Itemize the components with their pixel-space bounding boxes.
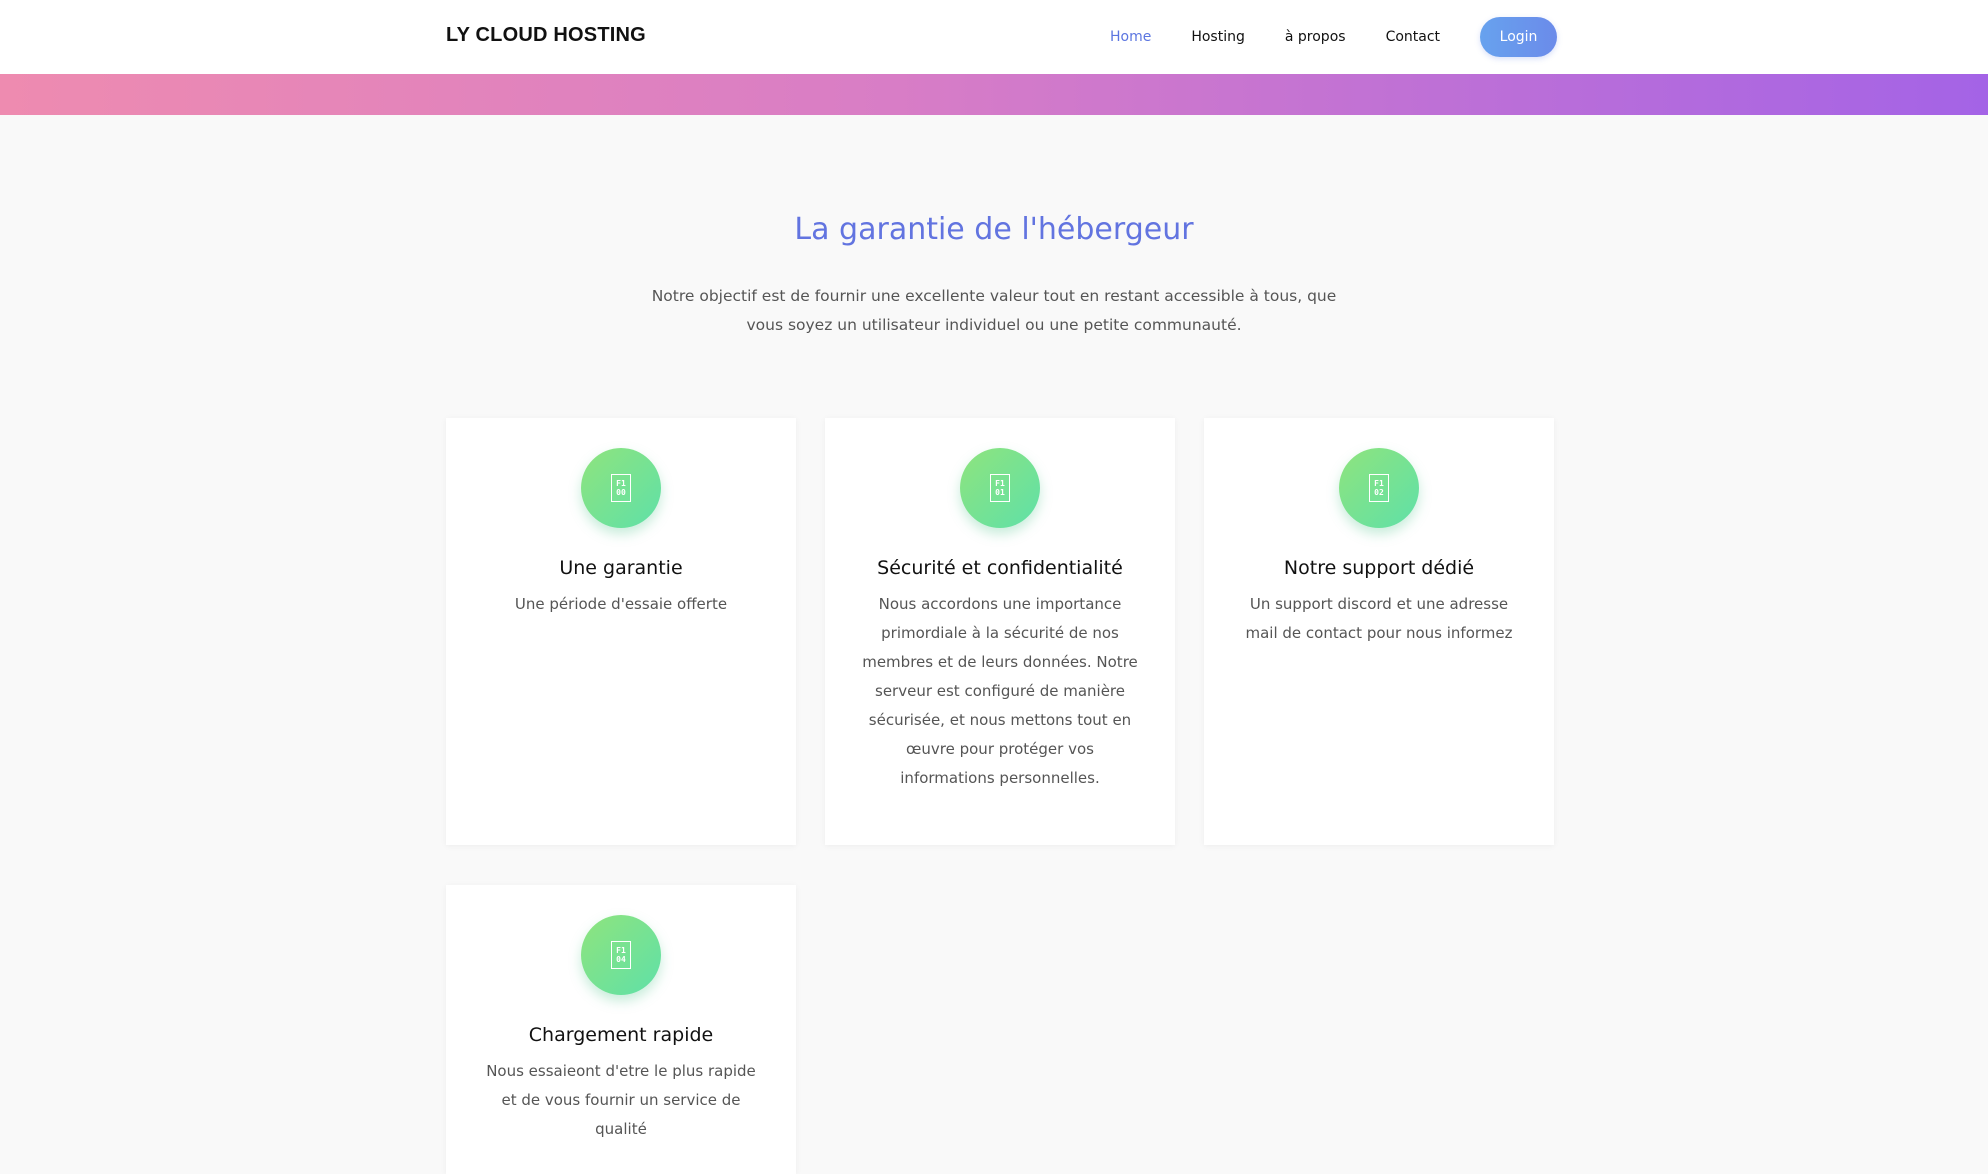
card-title: Une garantie (559, 557, 683, 579)
document-icon: F1 01 (990, 474, 1010, 502)
icon-code-bottom: 00 (616, 488, 626, 497)
icon-code-bottom: 04 (616, 955, 626, 964)
icon-code-bottom: 02 (1374, 488, 1384, 497)
feature-icon-circle: F1 02 (1339, 448, 1419, 528)
login-button[interactable]: Login (1480, 17, 1558, 57)
icon-code-top: F1 (616, 946, 626, 955)
nav-link-hosting[interactable]: Hosting (1191, 29, 1245, 45)
nav-link-home[interactable]: Home (1110, 29, 1151, 45)
hero-gradient-banner (0, 74, 1988, 115)
icon-code-bottom: 01 (995, 488, 1005, 497)
card-text: Nous accordons une importance primordial… (862, 595, 1138, 787)
icon-code-top: F1 (1374, 479, 1384, 488)
feature-card-guarantee: F1 00 Une garantie Une période d'essaie … (446, 418, 796, 845)
card-text: Un support discord et une adresse mail d… (1245, 595, 1513, 642)
document-icon: F1 02 (1369, 474, 1389, 502)
icon-code-top: F1 (616, 479, 626, 488)
nav-link-contact[interactable]: Contact (1386, 29, 1440, 45)
nav-link-about[interactable]: à propos (1285, 29, 1346, 45)
feature-card-support: F1 02 Notre support dédié Un support dis… (1204, 418, 1554, 845)
card-text: Une période d'essaie offerte (514, 595, 728, 613)
card-title: Notre support dédié (1283, 557, 1475, 579)
feature-icon-circle: F1 04 (581, 915, 661, 995)
icon-code-top: F1 (995, 479, 1005, 488)
card-text: Nous essaieont d'etre le plus rapide et … (486, 1062, 756, 1138)
feature-card-security: F1 01 Sécurité et confidentialité Nous a… (825, 418, 1175, 845)
document-icon: F1 00 (611, 474, 631, 502)
feature-icon-circle: F1 01 (960, 448, 1040, 528)
brand-logo-text[interactable]: LY CLOUD HOSTING (446, 24, 646, 47)
document-icon: F1 04 (611, 941, 631, 969)
section-title: La garantie de l'hébergeur (794, 212, 1194, 247)
section-subtitle: Notre objectif est de fournir une excell… (651, 287, 1337, 334)
card-title: Sécurité et confidentialité (877, 557, 1123, 579)
nav-links: Home Hosting à propos Contact Login (1110, 0, 1558, 74)
top-navbar: LY CLOUD HOSTING Home Hosting à propos C… (0, 0, 1988, 74)
feature-card-fast-loading: F1 04 Chargement rapide Nous essaieont d… (446, 885, 796, 1174)
feature-icon-circle: F1 00 (581, 448, 661, 528)
card-title: Chargement rapide (528, 1024, 714, 1046)
